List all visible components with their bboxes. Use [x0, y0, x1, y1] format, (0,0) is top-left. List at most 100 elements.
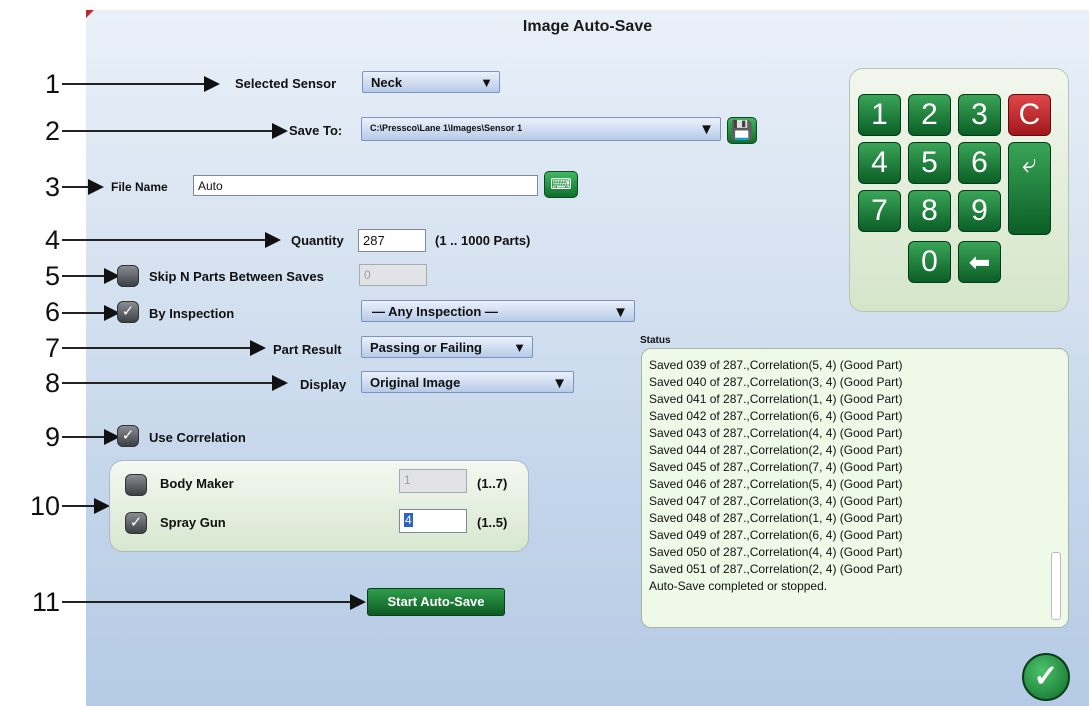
key-3[interactable]: 3: [958, 94, 1001, 136]
callout-arrow-7: [62, 340, 266, 356]
key-0[interactable]: 0: [908, 241, 951, 283]
keyboard-button[interactable]: ⌨: [544, 171, 578, 198]
callout-arrow-9: [62, 429, 120, 445]
key-enter[interactable]: ⤶: [1008, 142, 1051, 235]
display-value: Original Image: [370, 375, 461, 390]
callout-6: 6: [44, 297, 60, 327]
spray-gun-label: Spray Gun: [160, 515, 226, 530]
callout-arrow-8: [62, 375, 288, 391]
status-line: Saved 051 of 287.,Correlation(2, 4) (Goo…: [649, 562, 903, 576]
callout-3: 3: [44, 172, 60, 202]
status-line: Saved 049 of 287.,Correlation(6, 4) (Goo…: [649, 528, 903, 542]
callout-arrow-5: [62, 268, 120, 284]
callout-5: 5: [44, 261, 60, 291]
status-line: Saved 046 of 287.,Correlation(5, 4) (Goo…: [649, 477, 903, 491]
callout-11: 11: [31, 587, 60, 617]
dropdown-triangle-icon: ▼: [699, 121, 714, 138]
spray-gun-value: 4: [404, 513, 413, 527]
callout-7: 7: [44, 333, 60, 363]
numeric-keypad: 1 2 3 C 4 5 6 ⤶ 7 8 9 0 ⬅: [849, 68, 1069, 312]
part-result-label: Part Result: [273, 342, 342, 357]
inspection-select[interactable]: — Any Inspection — ▼: [361, 300, 635, 322]
status-line: Saved 048 of 287.,Correlation(1, 4) (Goo…: [649, 511, 903, 525]
callout-9: 9: [44, 422, 60, 452]
key-9[interactable]: 9: [958, 190, 1001, 232]
dropdown-triangle-icon: ▼: [613, 304, 628, 321]
status-scrollbar[interactable]: [1050, 355, 1061, 623]
key-6[interactable]: 6: [958, 142, 1001, 184]
display-label: Display: [300, 377, 347, 392]
body-maker-input[interactable]: 1: [399, 469, 467, 493]
floppy-disk-icon: 💾: [730, 120, 754, 140]
callout-4: 4: [44, 225, 60, 255]
callout-arrow-3: [62, 179, 104, 195]
status-line: Auto-Save completed or stopped.: [649, 579, 828, 593]
sensor-value: Neck: [371, 75, 403, 90]
body-maker-label: Body Maker: [160, 476, 234, 491]
use-correlation-label: Use Correlation: [149, 430, 246, 445]
save-to-label: Save To:: [289, 123, 343, 138]
quantity-label: Quantity: [291, 233, 344, 248]
file-name-label: File Name: [111, 180, 168, 194]
use-correlation-checkbox[interactable]: ✓: [117, 425, 139, 447]
callout-arrow-10: [62, 498, 110, 514]
status-line: Saved 042 of 287.,Correlation(6, 4) (Goo…: [649, 409, 903, 423]
callout-8: 8: [44, 368, 60, 398]
inspection-value: — Any Inspection —: [372, 304, 498, 319]
status-line: Saved 043 of 287.,Correlation(4, 4) (Goo…: [649, 426, 903, 440]
quantity-input[interactable]: 287: [358, 229, 426, 252]
by-inspection-checkbox[interactable]: ✓: [117, 301, 139, 323]
ok-button[interactable]: ✓: [1022, 653, 1070, 701]
callout-arrow-2: [62, 123, 288, 139]
backspace-arrow-icon: ⬅: [968, 247, 991, 277]
key-4[interactable]: 4: [858, 142, 901, 184]
save-path-button[interactable]: 💾: [727, 117, 757, 144]
sensor-select[interactable]: Neck ▼: [362, 71, 500, 93]
part-result-value: Passing or Failing: [370, 340, 482, 355]
status-line: Saved 050 of 287.,Correlation(4, 4) (Goo…: [649, 545, 903, 559]
spray-gun-checkbox[interactable]: ✓: [125, 512, 147, 534]
checkmark-icon: ✓: [1033, 660, 1059, 693]
status-line: Saved 041 of 287.,Correlation(1, 4) (Goo…: [649, 392, 903, 406]
dropdown-triangle-icon: ▼: [552, 375, 567, 392]
part-result-select[interactable]: Passing or Failing ▼: [361, 336, 533, 358]
status-line: Saved 039 of 287.,Correlation(5, 4) (Goo…: [649, 358, 903, 372]
spray-gun-range: (1..5): [477, 515, 508, 530]
start-auto-save-button[interactable]: Start Auto-Save: [367, 588, 505, 616]
callout-arrow-11: [62, 594, 366, 610]
scrollbar-thumb[interactable]: [1051, 552, 1061, 620]
callout-arrow-6: [62, 305, 120, 321]
status-log: Saved 039 of 287.,Correlation(5, 4) (Goo…: [641, 348, 1069, 628]
skip-input[interactable]: 0: [359, 264, 427, 286]
corner-marker: [86, 10, 94, 18]
key-8[interactable]: 8: [908, 190, 951, 232]
skip-checkbox[interactable]: [117, 265, 139, 287]
status-line: Saved 044 of 287.,Correlation(2, 4) (Goo…: [649, 443, 903, 457]
key-clear[interactable]: C: [1008, 94, 1051, 136]
key-backspace[interactable]: ⬅: [958, 241, 1001, 283]
save-to-select[interactable]: C:\Pressco\Lane 1\Images\Sensor 1 ▼: [361, 117, 721, 141]
key-7[interactable]: 7: [858, 190, 901, 232]
callout-arrow-1: [62, 76, 220, 92]
by-inspection-label: By Inspection: [149, 306, 235, 321]
dropdown-triangle-icon: ▼: [480, 75, 493, 90]
status-line: Saved 047 of 287.,Correlation(3, 4) (Goo…: [649, 494, 903, 508]
keyboard-icon: ⌨: [550, 176, 572, 193]
save-to-value: C:\Pressco\Lane 1\Images\Sensor 1: [370, 123, 523, 133]
key-1[interactable]: 1: [858, 94, 901, 136]
body-maker-checkbox[interactable]: [125, 474, 147, 496]
status-line: Saved 040 of 287.,Correlation(3, 4) (Goo…: [649, 375, 903, 389]
spray-gun-input[interactable]: 4: [399, 509, 467, 533]
checkmark-icon: ✓: [121, 303, 135, 320]
file-name-input[interactable]: Auto: [193, 175, 538, 196]
callout-1: 1: [44, 69, 60, 99]
checkmark-icon: ✓: [121, 427, 135, 444]
status-line: Saved 045 of 287.,Correlation(7, 4) (Goo…: [649, 460, 903, 474]
quantity-range: (1 .. 1000 Parts): [435, 233, 531, 248]
selected-sensor-label: Selected Sensor: [235, 76, 337, 91]
key-5[interactable]: 5: [908, 142, 951, 184]
key-2[interactable]: 2: [908, 94, 951, 136]
body-maker-range: (1..7): [477, 476, 508, 491]
skip-label: Skip N Parts Between Saves: [149, 269, 324, 284]
display-select[interactable]: Original Image ▼: [361, 371, 574, 393]
